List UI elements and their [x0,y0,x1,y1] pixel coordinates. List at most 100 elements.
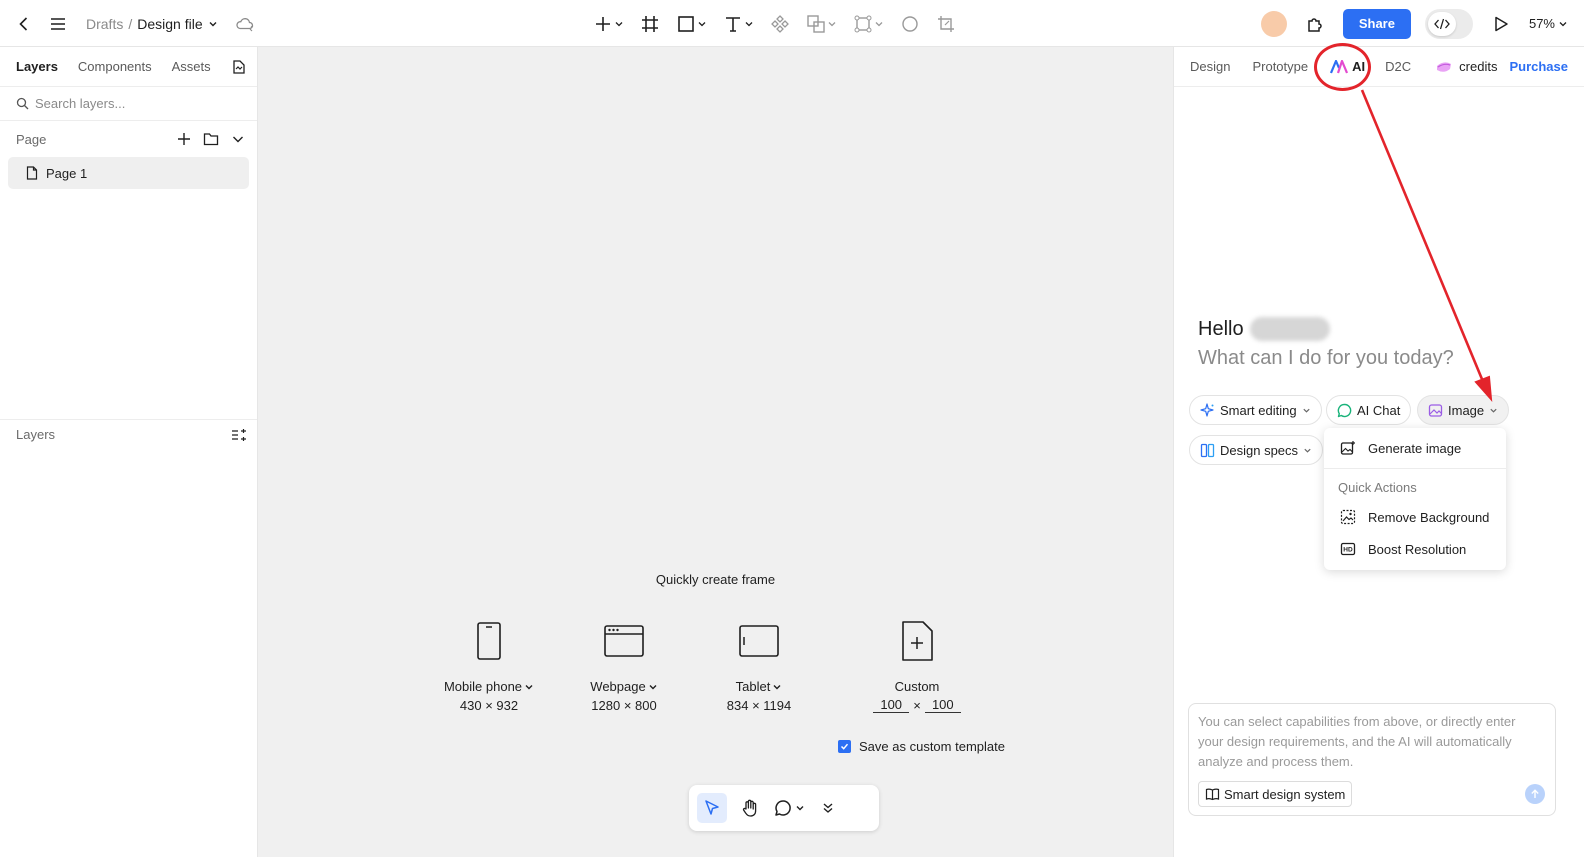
ai-prompt-input[interactable] [1198,712,1544,776]
credits: credits [1435,59,1497,74]
dev-mode-toggle[interactable] [1424,8,1473,39]
add-page-icon[interactable] [177,132,191,146]
chat-icon [1337,403,1352,417]
chevron-down-icon [1302,408,1310,413]
chevron-down-icon [615,21,623,26]
avatar[interactable] [1260,10,1287,37]
menu-item-boost-resolution[interactable]: HD Boost Resolution [1324,533,1506,565]
preset-name: Webpage [554,679,694,694]
preset-size: 1280 × 800 [591,698,657,713]
arrow-up-icon [1531,789,1539,798]
tab-prototype[interactable]: Prototype [1252,59,1308,74]
menu-item-generate-image[interactable]: Generate image [1324,432,1506,464]
folder-icon[interactable] [203,132,219,146]
zoom-select[interactable]: 57% [1529,16,1568,31]
left-panel-tabs: Layers Components Assets [0,47,257,87]
chevron-down-icon [828,21,836,26]
chevron-down-icon [773,684,781,689]
save-template-option[interactable]: Save as custom template [838,739,1005,754]
bottom-tool-bar [689,785,879,831]
comment-icon [775,800,791,816]
code-icon [1427,11,1456,36]
page-item[interactable]: Page 1 [8,157,249,189]
send-button[interactable] [1525,784,1545,804]
file-name[interactable]: Design file [137,16,202,32]
back-icon[interactable] [10,10,38,38]
menu-item-label: Generate image [1368,440,1462,456]
chevron-down-icon [1559,21,1567,26]
breadcrumb-drafts[interactable]: Drafts [86,16,123,32]
hd-icon: HD [1340,542,1356,556]
component-tool[interactable] [767,9,793,39]
toolbar-left: Drafts / Design file [10,0,255,47]
chevron-down-icon[interactable] [231,132,245,146]
insert-tool[interactable] [590,9,627,39]
ai-chat-chip[interactable]: AI Chat [1326,395,1412,425]
preset-webpage[interactable]: Webpage 1280 × 800 [554,619,694,713]
text-tool[interactable] [720,9,757,39]
preset-mobile-phone[interactable]: Mobile phone 430 × 932 [419,619,559,713]
chevron-down-icon[interactable] [208,19,218,29]
preset-name: Mobile phone [419,679,559,694]
save-template-label: Save as custom template [859,739,1005,754]
boolean-tool[interactable] [803,9,840,39]
menu-divider [1324,468,1506,469]
breadcrumb-separator: / [128,15,133,32]
preset-tablet[interactable]: Tablet 834 × 1194 [689,619,829,713]
ai-composer: Smart design system [1188,703,1556,816]
share-button[interactable]: Share [1342,8,1411,39]
text-icon [726,16,740,32]
preset-custom[interactable]: Custom × [847,619,987,713]
rectangle-icon [678,15,694,32]
tab-d2c[interactable]: D2C [1385,59,1411,74]
component-icon [771,14,789,33]
hand-icon [742,799,757,817]
auto-layout-tool[interactable] [850,9,887,39]
chevron-down-icon [1304,448,1311,453]
select-tool[interactable] [697,793,727,823]
tab-layers[interactable]: Layers [16,59,58,74]
plugin-icon[interactable] [1301,10,1329,38]
custom-width-input[interactable] [873,697,910,713]
menu-item-remove-background[interactable]: Remove Background [1324,501,1506,533]
quick-create-title: Quickly create frame [655,572,776,587]
tab-design[interactable]: Design [1190,59,1230,74]
tab-assets[interactable]: Assets [172,59,211,74]
image-chip[interactable]: Image [1417,395,1510,425]
smart-editing-chip[interactable]: Smart editing [1189,395,1322,425]
purchase-link[interactable]: Purchase [1509,59,1568,74]
image-dropdown-menu: Generate image Quick Actions Remove Back… [1324,428,1506,570]
custom-height-input[interactable] [924,697,961,713]
hand-tool[interactable] [735,793,765,823]
svg-text:HD: HD [1343,547,1353,554]
chevron-down-icon [1490,408,1497,413]
play-icon[interactable] [1487,10,1515,38]
search-input[interactable] [35,96,235,111]
right-panel: Design Prototype AI D2C credits Purchase… [1173,43,1584,857]
layers-section-title: Layers [16,427,56,442]
webpage-icon [554,619,694,663]
menu-icon[interactable] [44,10,72,38]
zoom-value: 57% [1528,16,1555,31]
smart-design-system-button[interactable]: Smart design system [1198,781,1353,807]
chevron-down-icon [649,684,657,689]
save-template-checkbox[interactable] [838,740,851,753]
frame-tool[interactable] [637,9,663,39]
mask-tool[interactable] [897,9,923,39]
rectangle-tool[interactable] [673,9,710,39]
tab-components[interactable]: Components [78,59,152,74]
canvas[interactable]: Quickly create frame Mobile phone 430 × … [258,47,1173,857]
custom-size: × [847,697,987,713]
greeting-subtitle: What can I do for you today? [1198,347,1454,369]
more-tools[interactable] [813,793,843,823]
cursor-icon [705,800,719,815]
left-panel: Layers Components Assets Page Page 1 Lay… [0,47,258,857]
library-icon[interactable] [231,59,247,75]
circle-icon [902,15,918,32]
chevron-down-icon [745,21,753,26]
layer-filter-icon[interactable] [231,428,247,442]
design-specs-chip[interactable]: Design specs [1189,435,1324,465]
crop-tool[interactable] [933,9,959,39]
layer-search [0,87,257,121]
comment-tool[interactable] [773,793,805,823]
